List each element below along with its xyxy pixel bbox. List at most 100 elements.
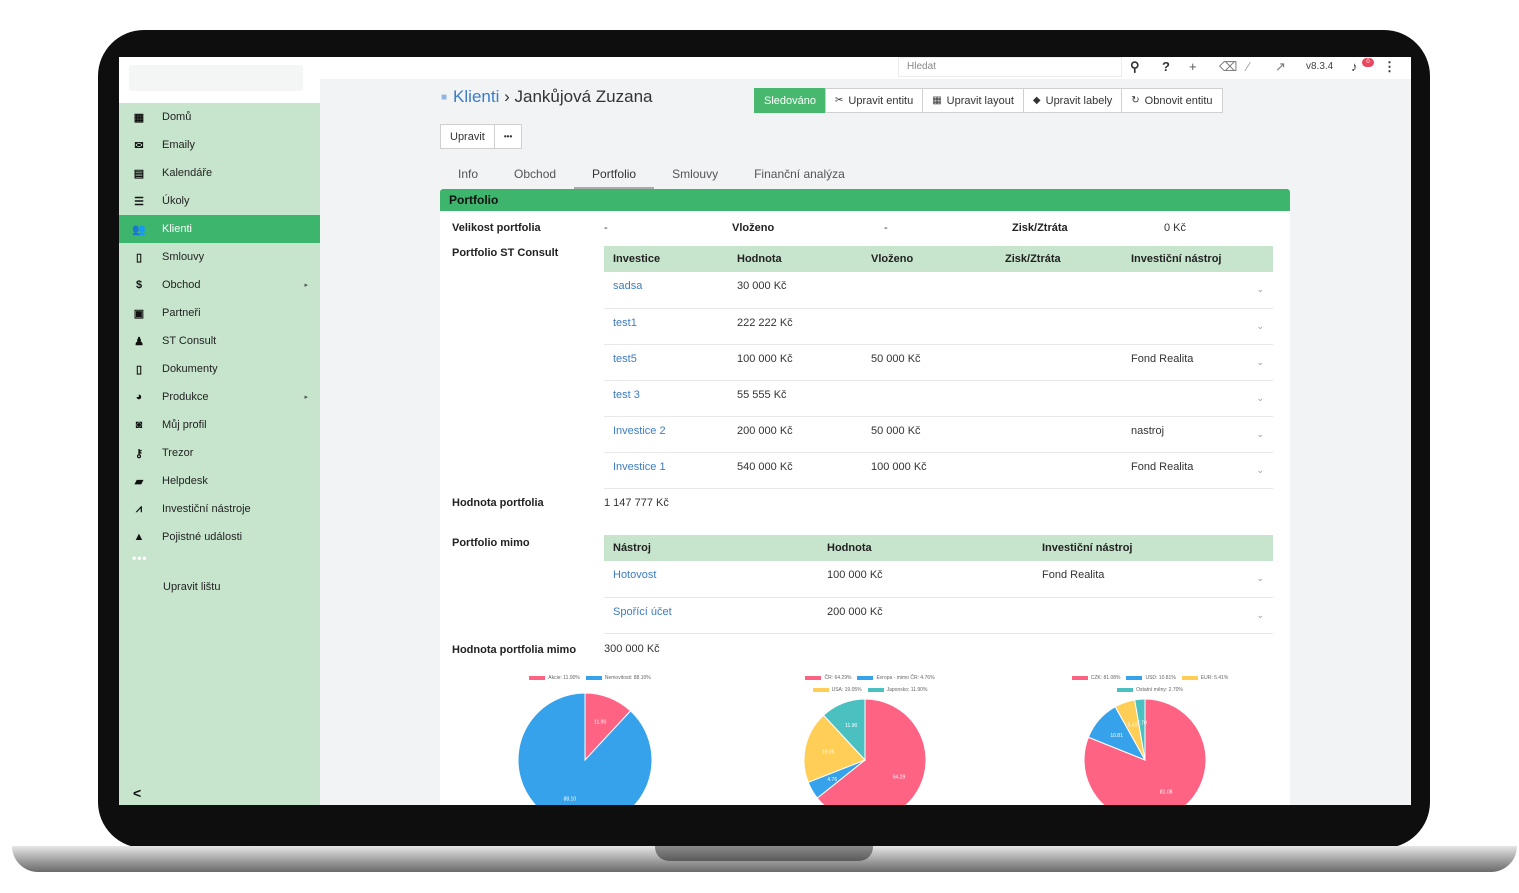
- sidebar-item-6[interactable]: $ Obchod ▸: [119, 271, 320, 299]
- legend-swatch: [1117, 688, 1134, 692]
- sidebar-item-3[interactable]: ☰ Úkoly: [119, 187, 320, 215]
- legend-item[interactable]: Akcie: 11.90%: [529, 675, 580, 681]
- sidebar-item-5[interactable]: ▯ Smlouvy: [119, 243, 320, 271]
- square-icon: ■: [441, 92, 448, 104]
- edit-entity-label: Upravit entitu: [848, 94, 914, 107]
- legend-item[interactable]: USD: 10.81%: [1126, 675, 1176, 681]
- column-header[interactable]: Investiční nástroj: [1122, 246, 1233, 272]
- sidebar-item-label: Můj profil: [162, 419, 207, 431]
- profit-value: 0 Kč: [1164, 222, 1187, 234]
- sidebar-item-14[interactable]: ⩘ Investiční nástroje: [119, 495, 320, 523]
- kebab-menu-icon[interactable]: ⋮: [1383, 59, 1396, 75]
- sidebar-item-4[interactable]: 👥 Klienti: [119, 215, 320, 243]
- sidebar-item-8[interactable]: ♟ ST Consult: [119, 327, 320, 355]
- chevron-down-icon[interactable]: ⌄: [1233, 452, 1273, 489]
- follow-button[interactable]: Sledováno: [754, 88, 826, 113]
- sidebar-item-0[interactable]: ▦ Domů: [119, 103, 320, 131]
- column-header[interactable]: Nástroj: [604, 535, 818, 561]
- eraser-icon[interactable]: ⌫: [1219, 59, 1237, 75]
- refresh-entity-label: Obnovit entitu: [1144, 94, 1213, 107]
- pie-slice[interactable]: [517, 693, 653, 805]
- sidebar-item-15[interactable]: ▲ Pojistné události: [119, 523, 320, 551]
- legend-item[interactable]: ČR: 64.29%: [805, 675, 851, 681]
- chevron-down-icon[interactable]: ⌄: [1233, 380, 1273, 417]
- column-header-empty: [1233, 535, 1273, 561]
- outside-portfolio-table: Nástroj Hodnota Investiční nástroj Hotovost…: [604, 535, 1273, 634]
- tab-3[interactable]: Smlouvy: [654, 165, 736, 189]
- refresh-entity-button[interactable]: ↻ Obnovit entitu: [1121, 88, 1223, 113]
- table-cell-tool: [1122, 380, 1233, 417]
- search-input[interactable]: Hledat: [898, 57, 1122, 77]
- table-cell-invested: [862, 272, 996, 309]
- search-icon[interactable]: ⚲: [1130, 59, 1140, 75]
- chevron-down-icon[interactable]: ⌄: [1233, 416, 1273, 453]
- document-icon: ▯: [135, 251, 143, 264]
- edit-layout-label: Upravit layout: [946, 94, 1014, 107]
- help-icon[interactable]: ?: [1162, 59, 1170, 74]
- table-cell-name[interactable]: test5: [604, 344, 728, 381]
- table-cell-tool: Fond Realita: [1122, 452, 1233, 489]
- edit-sidebar-link[interactable]: Upravit lištu: [119, 573, 320, 601]
- breadcrumb-link-klienti[interactable]: Klienti: [453, 87, 499, 106]
- table-cell-tool: [1122, 308, 1233, 345]
- table-cell-name[interactable]: Investice 2: [604, 416, 728, 453]
- edit-labels-button[interactable]: ◆ Upravit labely: [1022, 88, 1123, 113]
- sidebar-more[interactable]: •••: [119, 551, 320, 573]
- more-button[interactable]: •••: [493, 124, 523, 149]
- chevron-down-icon[interactable]: ⌄: [1233, 344, 1273, 381]
- version-label: v8.3.4: [1306, 61, 1334, 72]
- bell-icon[interactable]: ♪: [1351, 59, 1358, 74]
- tab-4[interactable]: Finanční analýza: [736, 165, 863, 189]
- column-header[interactable]: Zisk/Ztráta: [996, 246, 1122, 272]
- collapse-sidebar-icon[interactable]: <: [133, 785, 141, 801]
- sidebar-item-label: Helpdesk: [162, 475, 208, 487]
- table-cell-value: 200 000 Kč: [818, 597, 1033, 634]
- table-cell-value: 55 555 Kč: [728, 380, 862, 417]
- pie-chart: 81.0810.815.41 2.70: [1083, 698, 1207, 805]
- table-cell-name[interactable]: test1: [604, 308, 728, 345]
- sidebar-item-10[interactable]: ◕ Produkce ▸: [119, 383, 320, 411]
- tab-2[interactable]: Portfolio: [574, 165, 655, 189]
- table-cell-invested: 100 000 Kč: [862, 452, 996, 489]
- table-cell-name[interactable]: Hotovost: [604, 561, 818, 598]
- logo[interactable]: [129, 65, 303, 91]
- tab-0[interactable]: Info: [440, 165, 496, 189]
- sidebar-item-12[interactable]: ⚷ Trezor: [119, 439, 320, 467]
- edit-layout-button[interactable]: ▦ Upravit layout: [922, 88, 1024, 113]
- brush-icon[interactable]: ⁄: [1247, 59, 1249, 74]
- column-header[interactable]: Hodnota: [728, 246, 862, 272]
- chevron-down-icon[interactable]: ⌄: [1233, 272, 1273, 309]
- sidebar-item-2[interactable]: ▤ Kalendáře: [119, 159, 320, 187]
- plus-icon[interactable]: +: [1189, 59, 1197, 74]
- building-icon: ▣: [133, 307, 145, 320]
- slice-label: 19.05: [822, 750, 835, 756]
- legend-item[interactable]: EUR: 5.41%: [1181, 675, 1229, 681]
- hammer-icon[interactable]: ↗: [1275, 59, 1286, 75]
- sidebar-item-9[interactable]: ▯ Dokumenty: [119, 355, 320, 383]
- edit-entity-button[interactable]: ✂ Upravit entitu: [825, 88, 924, 113]
- column-header[interactable]: Hodnota: [818, 535, 1033, 561]
- table-cell-name[interactable]: sadsa: [604, 272, 728, 309]
- tab-1[interactable]: Obchod: [496, 165, 574, 189]
- sidebar-item-13[interactable]: ▰ Helpdesk: [119, 467, 320, 495]
- chevron-down-icon[interactable]: ⌄: [1233, 597, 1273, 634]
- table-cell-invested: 50 000 Kč: [862, 416, 996, 453]
- sidebar-item-7[interactable]: ▣ Partneři: [119, 299, 320, 327]
- column-header[interactable]: Vloženo: [862, 246, 996, 272]
- table-cell-name[interactable]: Investice 1: [604, 452, 728, 489]
- column-header[interactable]: Investice: [604, 246, 728, 272]
- chevron-down-icon[interactable]: ⌄: [1233, 308, 1273, 345]
- table-cell-name[interactable]: Spořící účet: [604, 597, 818, 634]
- sidebar-item-1[interactable]: ✉ Emaily: [119, 131, 320, 159]
- sidebar-item-11[interactable]: ◙ Můj profil: [119, 411, 320, 439]
- legend-item[interactable]: CZK: 81.08%: [1071, 675, 1120, 681]
- legend-label: EUR: 5.41%: [1200, 675, 1229, 681]
- table-cell-name[interactable]: test 3: [604, 380, 728, 417]
- chevron-down-icon[interactable]: ⌄: [1233, 561, 1273, 598]
- legend-item[interactable]: Evropa - mimo ČR: 4.76%: [857, 675, 935, 681]
- chevron-right-icon: ▸: [304, 282, 308, 289]
- edit-button[interactable]: Upravit: [440, 124, 495, 149]
- chart-line-icon: ⩘: [135, 502, 143, 515]
- legend-item[interactable]: Nemovitosti: 88.10%: [585, 675, 651, 681]
- column-header[interactable]: Investiční nástroj: [1033, 535, 1233, 561]
